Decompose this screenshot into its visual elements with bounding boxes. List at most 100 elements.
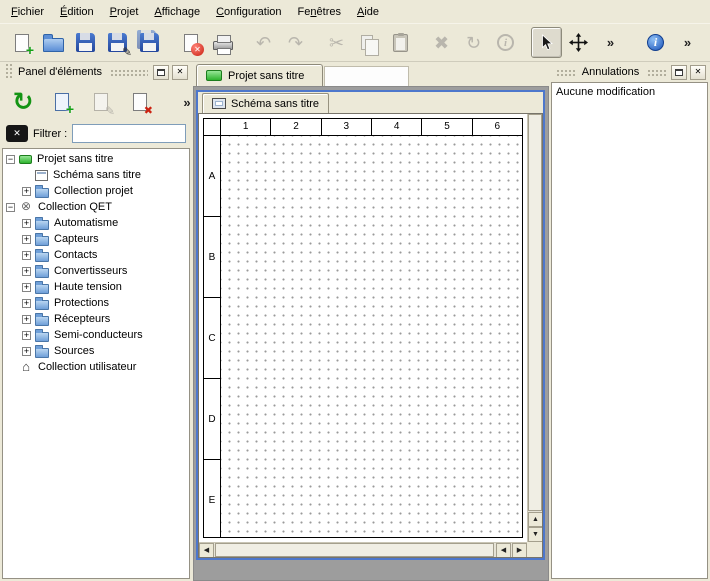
dock-grip[interactable] [4,64,13,80]
project-tabbar: Projet sans titre [193,62,549,86]
tree-item[interactable]: +Automatisme [3,215,189,231]
expand-icon[interactable]: + [22,283,31,292]
tree-item-label: Récepteurs [53,313,110,325]
qelectrotech-window: { "colors": { "window_bg": "#ece9d8", "m… [0,0,710,581]
save-button[interactable] [70,27,101,58]
menu-fenetres[interactable]: Fenêtres [290,2,349,22]
print-button[interactable] [207,27,238,58]
column-header: 3 [322,119,372,135]
vertical-scroll-thumb[interactable] [528,114,542,511]
toolbar-overflow-right-button[interactable]: » [672,27,703,58]
tree-item[interactable]: +Collection projet [3,183,189,199]
expand-icon[interactable]: + [22,267,31,276]
edit-element-button[interactable]: ✎ [86,87,116,117]
tree-item[interactable]: +Protections [3,295,189,311]
tree-item[interactable]: + Récepteurs [3,311,189,327]
redo-button[interactable]: ↷ [280,27,311,58]
expand-icon[interactable]: + [22,299,31,308]
menu-projet[interactable]: Projet [102,2,147,22]
tree-item[interactable]: −Projet sans titre [3,151,189,167]
tree-item[interactable]: +Contacts [3,247,189,263]
toolbar-overflow-button[interactable]: » [595,27,626,58]
tree-item[interactable]: + Sources [3,343,189,359]
select-mode-button[interactable] [531,27,562,58]
scroll-down-button[interactable] [528,527,543,542]
tree-item-label: Sources [53,345,94,357]
collapse-icon[interactable]: − [6,155,15,164]
column-header: 6 [473,119,522,135]
rotate-button[interactable]: ↻ [458,27,489,58]
pan-mode-button[interactable] [563,27,594,58]
dock-close-button[interactable] [690,65,706,80]
tree-item-label: Convertisseurs [53,265,127,277]
menu-edition[interactable]: Édition [52,2,102,22]
expand-icon[interactable]: + [22,235,31,244]
menu-affichage[interactable]: Affichage [146,2,208,22]
dock-float-button[interactable] [671,65,687,80]
expand-icon[interactable]: + [22,331,31,340]
clear-filter-button[interactable] [6,125,28,142]
paste-button[interactable] [385,27,416,58]
tree-item[interactable]: + Convertisseurs [3,263,189,279]
expand-icon[interactable]: + [22,347,31,356]
undo-list[interactable]: Aucune modification [551,82,708,579]
expand-icon[interactable]: + [22,315,31,324]
delete-element-button[interactable]: ✖ [125,87,155,117]
delete-icon: ✖ [426,27,457,58]
menu-configuration[interactable]: Configuration [208,2,289,22]
tree-item[interactable]: Schéma sans titre [3,167,189,183]
dock-grip[interactable] [109,68,148,76]
drawing-grid[interactable] [221,136,522,537]
horizontal-scroll-thumb[interactable] [215,543,494,557]
about-qet-button[interactable]: i [640,27,671,58]
scroll-right-button[interactable] [512,543,527,558]
edit-element-icon: ✎ [86,87,116,117]
tab-schema-sans-titre[interactable]: Schéma sans titre [202,93,329,113]
info-button[interactable]: i [490,27,521,58]
dock-grip[interactable] [646,68,666,76]
menu-fichier[interactable]: Fichier [3,2,52,22]
rotate-icon: ↻ [458,27,489,58]
cut-button[interactable]: ✂ [321,27,352,58]
expand-icon[interactable]: + [22,187,31,196]
collapse-icon[interactable]: − [6,203,15,212]
mdi-area: Schéma sans titre 123456 ABCDE [193,86,549,581]
tree-item[interactable]: +Semi-conducteurs [3,327,189,343]
expand-icon[interactable]: + [22,251,31,260]
new-file-button[interactable]: + [6,27,37,58]
new-element-button[interactable]: + [47,87,77,117]
dock-grip[interactable] [555,68,575,76]
row-header: A [204,136,220,217]
expand-icon[interactable]: + [22,219,31,228]
copy-button[interactable] [353,27,384,58]
schema-canvas[interactable]: 123456 ABCDE [199,114,527,542]
tree-item[interactable]: +Haute tension [3,279,189,295]
save-as-button[interactable]: ✎ [102,27,133,58]
tree-item[interactable]: −Collection QET [3,199,189,215]
open-file-button[interactable] [38,27,69,58]
delete-button[interactable]: ✖ [426,27,457,58]
filter-input[interactable] [72,124,186,143]
close-file-button[interactable]: ✕ [175,27,206,58]
elements-panel-titlebar[interactable]: Panel d'éléments [2,62,190,82]
scroll-up-button[interactable] [528,512,543,527]
folder-icon [35,236,49,246]
scroll-left-button-2[interactable] [496,543,511,558]
save-icon [70,27,101,58]
elements-panel-title: Panel d'éléments [16,66,104,78]
tree-item[interactable]: Collection utilisateur [3,359,189,375]
undo-button[interactable]: ↶ [248,27,279,58]
dock-close-button[interactable] [172,65,188,80]
reload-collections-button[interactable]: ↻ [8,87,38,117]
vertical-scrollbar[interactable] [527,114,542,542]
tree-item[interactable]: +Capteurs [3,231,189,247]
scroll-left-button[interactable] [199,543,214,558]
menu-aide[interactable]: Aide [349,2,387,22]
undo-panel-titlebar[interactable]: Annulations [551,62,708,82]
horizontal-scrollbar[interactable] [199,542,527,557]
save-all-button[interactable] [134,27,165,58]
row-header: B [204,217,220,298]
tab-project-sans-titre[interactable]: Projet sans titre [196,64,323,86]
chevron-icon: » [595,27,626,58]
dock-float-button[interactable] [153,65,169,80]
